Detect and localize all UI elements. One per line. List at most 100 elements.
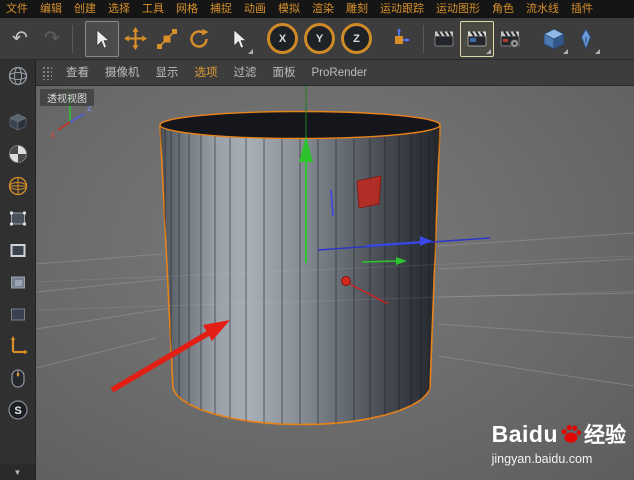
wire-sphere-icon — [8, 66, 27, 86]
menu-select[interactable]: 选择 — [102, 0, 136, 18]
texture-mode-button[interactable] — [3, 139, 33, 169]
menubar: 文件 编辑 创建 选择 工具 网格 捕捉 动画 模拟 渲染 雕刻 运动跟踪 运动… — [0, 0, 634, 18]
render-clapperboard-icon — [434, 30, 454, 46]
undo-icon: ↶ — [12, 28, 28, 49]
viewport-solo-button[interactable] — [3, 363, 33, 393]
polygons-cube-icon — [10, 276, 25, 289]
cylinder-top-cap — [159, 110, 441, 140]
baidu-paw-icon — [561, 425, 582, 443]
rotate-tool-button[interactable] — [183, 22, 215, 56]
model-cube-icon — [8, 113, 27, 131]
x-axis-lock-button[interactable]: X — [267, 23, 298, 54]
plane-handle-red[interactable] — [356, 175, 382, 209]
scale-tool-button[interactable] — [151, 22, 183, 56]
edges-mode-button[interactable] — [3, 235, 33, 265]
render-picture-viewer-icon — [467, 30, 487, 46]
move-icon — [123, 27, 147, 50]
cursor-arrow-icon — [233, 28, 247, 48]
menu-render[interactable]: 渲染 — [306, 0, 340, 18]
pen-tool-button[interactable] — [570, 22, 602, 56]
menu-pipeline[interactable]: 流水线 — [520, 0, 565, 18]
scroll-down-icon: ▼ — [13, 467, 22, 477]
vmenu-panel[interactable]: 面板 — [265, 60, 304, 86]
render-settings-button[interactable] — [494, 22, 526, 56]
viewport-menubar: 查看 摄像机 显示 选项 过滤 面板 ProRender — [36, 60, 634, 86]
z-axis-label: Z — [353, 32, 360, 45]
dropdown-corner-icon — [486, 48, 491, 54]
dropdown-corner-icon — [563, 48, 568, 54]
cursor-arrow-icon — [96, 28, 110, 48]
snap-icon: S — [7, 400, 28, 420]
render-view-button[interactable] — [428, 22, 460, 56]
vmenu-view[interactable]: 查看 — [58, 60, 97, 86]
axis-icon — [10, 336, 28, 355]
redo-button[interactable]: ↷ — [36, 22, 68, 56]
drag-handle-icon[interactable] — [42, 65, 52, 80]
menu-animate[interactable]: 动画 — [238, 0, 272, 18]
snap-letter: S — [14, 405, 21, 417]
perspective-viewport[interactable]: Y X Z 透视视图 Baidu — [36, 86, 634, 480]
enable-axis-button[interactable] — [3, 331, 33, 361]
baidu-brand-text: Baidu — [491, 420, 558, 447]
snap-settings-button[interactable]: S — [3, 395, 33, 425]
coordinate-system-icon — [395, 27, 410, 44]
render-picture-viewer-button[interactable] — [460, 20, 494, 57]
menu-character[interactable]: 角色 — [486, 0, 520, 18]
menu-sculpt[interactable]: 雕刻 — [340, 0, 374, 18]
menu-mograph[interactable]: 运动图形 — [430, 0, 486, 18]
menu-motion-tracker[interactable]: 运动跟踪 — [374, 0, 430, 18]
convert-editable-button[interactable] — [3, 61, 33, 91]
live-selection-button[interactable] — [85, 20, 119, 57]
y-axis-lock-button[interactable]: Y — [304, 23, 335, 54]
edges-cube-icon — [10, 244, 25, 257]
vmenu-options[interactable]: 选项 — [187, 60, 226, 86]
dropdown-corner-icon — [595, 48, 600, 54]
menu-file[interactable]: 文件 — [0, 0, 34, 18]
palette-scroll-down-button[interactable]: ▼ — [0, 464, 35, 480]
vmenu-cameras[interactable]: 摄像机 — [97, 60, 148, 86]
render-settings-icon — [500, 30, 520, 48]
dropdown-corner-icon — [248, 48, 253, 54]
vmenu-display[interactable]: 显示 — [148, 60, 187, 86]
menu-simulate[interactable]: 模拟 — [272, 0, 306, 18]
model-mode-button[interactable] — [3, 107, 33, 137]
axis-indicator-x-label: X — [50, 131, 56, 140]
main-toolbar: ↶ ↷ X Y Z — [0, 18, 634, 60]
baidu-suffix-text: 经验 — [584, 424, 626, 447]
menu-snap[interactable]: 捕捉 — [204, 0, 238, 18]
polygons-mode-button[interactable] — [3, 267, 33, 297]
workplane-mode-button[interactable] — [3, 171, 33, 201]
tweak-mode-button[interactable] — [3, 299, 33, 329]
checker-sphere-icon — [8, 145, 27, 163]
points-cube-icon — [9, 211, 26, 226]
rotate-icon — [190, 28, 209, 48]
z-axis-lock-button[interactable]: Z — [341, 23, 372, 54]
x-axis-label: X — [278, 32, 287, 45]
cinema4d-window: 文件 编辑 创建 选择 工具 网格 捕捉 动画 模拟 渲染 雕刻 运动跟踪 运动… — [0, 0, 634, 480]
watermark-url: jingyan.baidu.com — [491, 452, 593, 466]
origin-handle[interactable] — [341, 276, 351, 286]
points-mode-button[interactable] — [3, 203, 33, 233]
vmenu-prorender[interactable]: ProRender — [304, 60, 376, 86]
menu-edit[interactable]: 编辑 — [34, 0, 68, 18]
undo-button[interactable]: ↶ — [4, 22, 36, 56]
baidu-watermark: Baidu 经验 jingyan.baidu.com — [491, 419, 626, 467]
menu-tools[interactable]: 工具 — [136, 0, 170, 18]
move-tool-button[interactable] — [119, 22, 151, 56]
pen-icon — [580, 27, 592, 50]
menu-create[interactable]: 创建 — [68, 0, 102, 18]
workplane-grid-icon — [8, 176, 27, 196]
mode-palette: S ▼ — [0, 60, 36, 480]
y-axis-label: Y — [315, 32, 324, 45]
menu-mesh[interactable]: 网格 — [170, 0, 204, 18]
coordinate-system-button[interactable] — [383, 22, 415, 56]
menu-plugins[interactable]: 插件 — [565, 0, 599, 18]
viewport-label[interactable]: 透视视图 — [40, 89, 94, 106]
toolbar-separator — [72, 24, 73, 53]
primitive-cube-button[interactable] — [538, 22, 570, 56]
redo-icon: ↷ — [44, 28, 60, 49]
last-used-tool-button[interactable] — [223, 22, 255, 56]
tweak-cube-icon — [10, 308, 25, 321]
vmenu-filter[interactable]: 过滤 — [226, 60, 265, 86]
cube-primitive-icon — [543, 28, 565, 49]
